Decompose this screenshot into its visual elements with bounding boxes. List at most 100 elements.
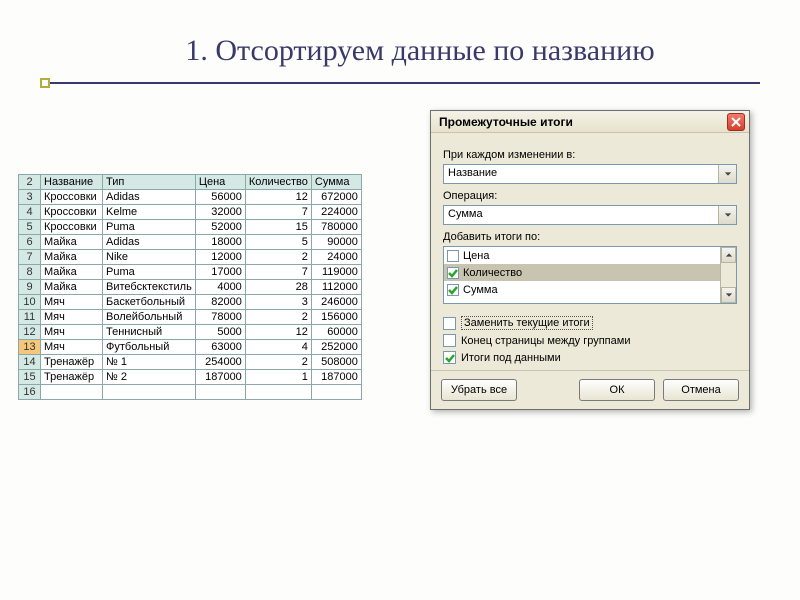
row-number[interactable]: 14 [19,355,41,370]
table-row[interactable]: 8МайкаPuma170007119000 [19,265,362,280]
cell[interactable]: 3 [245,295,311,310]
table-row[interactable]: 11МячВолейбольный780002156000 [19,310,362,325]
column-header[interactable]: Цена [195,175,245,190]
list-item[interactable]: Сумма [444,281,720,298]
chevron-down-icon[interactable] [718,206,736,224]
cell[interactable]: 7 [245,205,311,220]
cell[interactable]: 52000 [195,220,245,235]
cell[interactable]: 24000 [311,250,361,265]
cell[interactable]: Тренажёр [41,355,103,370]
cell[interactable]: Мяч [41,310,103,325]
cell[interactable]: 56000 [195,190,245,205]
row-number[interactable]: 5 [19,220,41,235]
cell[interactable]: 12000 [195,250,245,265]
combo-operation[interactable]: Сумма [443,205,737,225]
cell[interactable]: 90000 [311,235,361,250]
cell[interactable]: 12 [245,190,311,205]
list-item[interactable]: Цена [444,247,720,264]
table-row[interactable]: 5КроссовкиPuma5200015780000 [19,220,362,235]
cell[interactable]: Кроссовки [41,190,103,205]
cell[interactable] [195,385,245,400]
cell[interactable]: Мяч [41,295,103,310]
close-button[interactable] [727,113,745,131]
cell[interactable]: Nike [103,250,196,265]
cell[interactable] [103,385,196,400]
cell[interactable]: Kelme [103,205,196,220]
column-header[interactable]: Сумма [311,175,361,190]
cell[interactable]: 187000 [195,370,245,385]
cell[interactable]: 1 [245,370,311,385]
table-row[interactable]: 3КроссовкиAdidas5600012672000 [19,190,362,205]
cell[interactable]: Футбольный [103,340,196,355]
scroll-up-icon[interactable] [721,247,736,263]
cell[interactable]: 60000 [311,325,361,340]
cell[interactable]: Adidas [103,190,196,205]
cell[interactable]: № 1 [103,355,196,370]
cell[interactable]: 246000 [311,295,361,310]
cell[interactable]: Баскетбольный [103,295,196,310]
column-header[interactable]: Название [41,175,103,190]
cell[interactable] [311,385,361,400]
row-number[interactable]: 15 [19,370,41,385]
cell[interactable]: Puma [103,265,196,280]
cell[interactable]: Витебсктекстиль [103,280,196,295]
table-row[interactable]: 9МайкаВитебсктекстиль400028112000 [19,280,362,295]
cell[interactable]: Тренажёр [41,370,103,385]
table-row[interactable]: 7МайкаNike12000224000 [19,250,362,265]
cell[interactable]: 82000 [195,295,245,310]
cell[interactable]: Мяч [41,340,103,355]
listbox-add-totals[interactable]: ЦенаКоличествоСумма [443,246,737,304]
table-row[interactable]: 6МайкаAdidas18000590000 [19,235,362,250]
row-number[interactable]: 2 [19,175,41,190]
table-row[interactable]: 15Тренажёр№ 21870001187000 [19,370,362,385]
column-header[interactable]: Тип [103,175,196,190]
cell[interactable]: Теннисный [103,325,196,340]
scrollbar[interactable] [720,247,736,303]
cell[interactable]: 254000 [195,355,245,370]
cell[interactable]: 508000 [311,355,361,370]
row-number[interactable]: 4 [19,205,41,220]
cell[interactable]: 252000 [311,340,361,355]
table-row[interactable]: 10МячБаскетбольный820003246000 [19,295,362,310]
cell[interactable] [245,385,311,400]
cell[interactable]: 780000 [311,220,361,235]
cell[interactable]: 7 [245,265,311,280]
row-number[interactable]: 11 [19,310,41,325]
cell[interactable]: 112000 [311,280,361,295]
cell[interactable]: 15 [245,220,311,235]
cell[interactable]: 18000 [195,235,245,250]
cell[interactable] [41,385,103,400]
dialog-titlebar[interactable]: Промежуточные итоги [431,111,749,133]
combo-change-in[interactable]: Название [443,164,737,184]
cell[interactable]: 17000 [195,265,245,280]
cell[interactable]: Мяч [41,325,103,340]
row-number[interactable]: 16 [19,385,41,400]
cell[interactable]: 4000 [195,280,245,295]
cell[interactable]: 2 [245,355,311,370]
row-number[interactable]: 12 [19,325,41,340]
cell[interactable]: Майка [41,265,103,280]
chevron-down-icon[interactable] [718,165,736,183]
cell[interactable]: № 2 [103,370,196,385]
checkbox-page-break[interactable]: Конец страницы между группами [443,332,737,349]
table-row[interactable]: 13МячФутбольный630004252000 [19,340,362,355]
checkbox-totals-below[interactable]: Итоги под данными [443,349,737,366]
cell[interactable]: 5000 [195,325,245,340]
checkbox[interactable] [447,284,459,296]
cell[interactable]: Волейбольный [103,310,196,325]
remove-all-button[interactable]: Убрать все [441,379,517,401]
checkbox[interactable] [447,267,459,279]
cancel-button[interactable]: Отмена [663,379,739,401]
cell[interactable]: 63000 [195,340,245,355]
list-item[interactable]: Количество [444,264,720,281]
cell[interactable]: 187000 [311,370,361,385]
row-number[interactable]: 6 [19,235,41,250]
cell[interactable]: 156000 [311,310,361,325]
table-row[interactable]: 4КроссовкиKelme320007224000 [19,205,362,220]
cell[interactable]: 224000 [311,205,361,220]
ok-button[interactable]: ОК [579,379,655,401]
cell[interactable]: 5 [245,235,311,250]
cell[interactable]: 4 [245,340,311,355]
row-number[interactable]: 8 [19,265,41,280]
row-number[interactable]: 7 [19,250,41,265]
